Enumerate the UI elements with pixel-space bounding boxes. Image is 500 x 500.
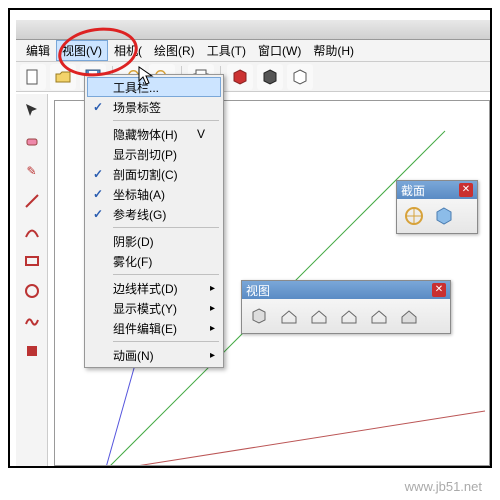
check-icon: ✓	[93, 167, 103, 181]
left-view-icon[interactable]	[395, 302, 423, 330]
top-view-icon[interactable]	[275, 302, 303, 330]
menu-separator	[113, 274, 219, 275]
menu-help[interactable]: 帮助(H)	[307, 40, 360, 61]
menu-separator	[113, 227, 219, 228]
menu-view[interactable]: 视图(V)	[56, 40, 108, 61]
menu-draw[interactable]: 绘图(R)	[148, 40, 201, 61]
menu-camera[interactable]: 相机(	[108, 40, 148, 61]
menu-edit[interactable]: 编辑	[20, 40, 56, 61]
freehand-tool-icon[interactable]	[19, 308, 45, 334]
arc-tool-icon[interactable]	[19, 218, 45, 244]
views-toolbar-label: 视图	[246, 282, 270, 299]
menu-window[interactable]: 窗口(W)	[252, 40, 307, 61]
menu-item-face-style[interactable]: 显示模式(Y)▸	[87, 298, 221, 318]
submenu-arrow-icon: ▸	[210, 350, 215, 361]
menu-item-component-edit[interactable]: 组件编辑(E)▸	[87, 318, 221, 338]
front-view-icon[interactable]	[305, 302, 333, 330]
section-toolbar-title[interactable]: 截面 ✕	[397, 181, 477, 199]
check-icon: ✓	[93, 207, 103, 221]
menu-item-edge-style[interactable]: 边线样式(D)▸	[87, 278, 221, 298]
section-display-icon[interactable]	[430, 202, 458, 230]
open-icon[interactable]	[50, 64, 76, 90]
menu-item-scene-tabs[interactable]: ✓场景标签	[87, 97, 221, 117]
menu-separator	[113, 341, 219, 342]
right-view-icon[interactable]	[335, 302, 363, 330]
view-menu-dropdown: 工具栏... ✓场景标签 隐藏物体(H)V 显示剖切(P) ✓剖面切割(C) ✓…	[84, 74, 224, 368]
menu-separator	[113, 120, 219, 121]
submenu-arrow-icon: ▸	[210, 283, 215, 294]
close-icon[interactable]: ✕	[459, 183, 473, 197]
check-icon: ✓	[93, 187, 103, 201]
menu-item-axes[interactable]: ✓坐标轴(A)	[87, 184, 221, 204]
new-icon[interactable]	[20, 64, 46, 90]
menubar: 编辑 视图(V) 相机( 绘图(R) 工具(T) 窗口(W) 帮助(H)	[16, 40, 490, 62]
back-view-icon[interactable]	[365, 302, 393, 330]
extension-icon[interactable]	[287, 64, 313, 90]
select-tool-icon[interactable]	[19, 98, 45, 124]
iso-view-icon[interactable]	[245, 302, 273, 330]
section-plane-icon[interactable]	[400, 202, 428, 230]
eraser-tool-icon[interactable]	[19, 128, 45, 154]
menu-item-toolbars[interactable]: 工具栏...	[87, 77, 221, 97]
menu-item-hidden[interactable]: 隐藏物体(H)V	[87, 124, 221, 144]
check-icon: ✓	[93, 100, 103, 114]
close-icon[interactable]: ✕	[432, 283, 446, 297]
views-toolbar-title[interactable]: 视图 ✕	[242, 281, 450, 299]
menu-item-section-cuts[interactable]: ✓剖面切割(C)	[87, 164, 221, 184]
menu-item-animation[interactable]: 动画(N)▸	[87, 345, 221, 365]
pencil-tool-icon[interactable]: ✎	[19, 158, 45, 184]
views-toolbar[interactable]: 视图 ✕	[241, 280, 451, 334]
rect-tool-icon[interactable]	[19, 248, 45, 274]
menu-item-guides[interactable]: ✓参考线(G)	[87, 204, 221, 224]
menu-item-section-planes[interactable]: 显示剖切(P)	[87, 144, 221, 164]
section-toolbar[interactable]: 截面 ✕	[396, 180, 478, 234]
line-tool-icon[interactable]	[19, 188, 45, 214]
submenu-arrow-icon: ▸	[210, 323, 215, 334]
watermark: www.jb51.net	[405, 479, 482, 494]
menu-item-fog[interactable]: 雾化(F)	[87, 251, 221, 271]
circle-tool-icon[interactable]	[19, 278, 45, 304]
menu-item-shadows[interactable]: 阴影(D)	[87, 231, 221, 251]
paint-tool-icon[interactable]	[19, 338, 45, 364]
submenu-arrow-icon: ▸	[210, 303, 215, 314]
menu-tools[interactable]: 工具(T)	[201, 40, 252, 61]
window-title-bar	[16, 20, 490, 40]
left-toolbar: ✎	[16, 94, 48, 466]
warehouse-icon[interactable]	[257, 64, 283, 90]
section-toolbar-label: 截面	[401, 182, 425, 199]
model-info-icon[interactable]	[227, 64, 253, 90]
